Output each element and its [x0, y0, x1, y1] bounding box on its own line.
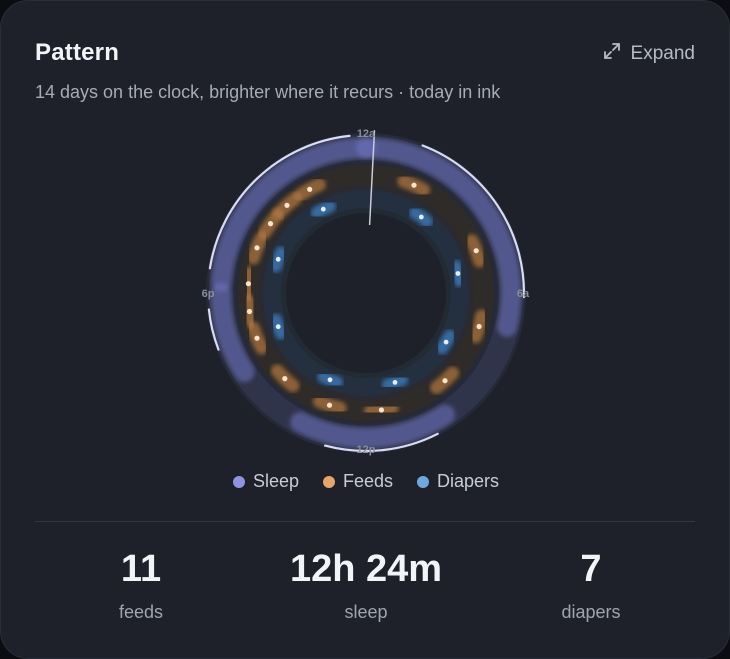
- diaper-dot: [320, 206, 326, 212]
- card-title: Pattern: [35, 39, 120, 66]
- stat-diapers-label: diapers: [561, 602, 621, 622]
- diaper-dot: [275, 256, 281, 262]
- stat-feeds: 11 feeds: [31, 546, 251, 623]
- pattern-clock-chart: 12a 6a 12p 6p: [202, 128, 530, 456]
- clock-label-12a: 12a: [357, 128, 376, 140]
- legend: Sleep Feeds Diapers: [1, 471, 730, 492]
- legend-item-feeds: Feeds: [322, 471, 394, 492]
- stat-feeds-label: feeds: [118, 602, 164, 622]
- clock-label-6a: 6a: [517, 288, 530, 300]
- feed-dot: [307, 186, 313, 192]
- feed-dot: [473, 248, 479, 254]
- stat-diapers: 7 diapers: [481, 546, 701, 623]
- feed-dot: [326, 402, 333, 408]
- legend-item-diapers: Diapers: [417, 471, 499, 492]
- expand-label: Expand: [630, 43, 695, 64]
- diaper-dot: [455, 271, 461, 276]
- feed-dot: [254, 335, 260, 341]
- inner-disc: [286, 213, 446, 373]
- diaper-dot: [275, 324, 281, 330]
- clock-label-6p: 6p: [202, 288, 215, 300]
- clock-label-12p: 12p: [357, 444, 376, 456]
- diapers-dot: [417, 475, 430, 488]
- feed-dot: [284, 202, 290, 208]
- feeds-dot: [322, 475, 335, 488]
- expand-icon: [602, 41, 622, 67]
- stat-sleep-label: sleep: [344, 602, 388, 622]
- legend-item-sleep: Sleep: [232, 471, 299, 492]
- diaper-dot: [392, 380, 398, 385]
- diaper-dot: [443, 339, 449, 345]
- stat-sleep: 12h 24m sleep: [256, 546, 476, 623]
- feed-dot: [411, 182, 417, 188]
- feed-dot: [246, 308, 253, 315]
- feed-dot: [378, 407, 384, 413]
- diaper-dot: [327, 377, 333, 383]
- feed-dot: [442, 378, 448, 384]
- divider: [35, 521, 695, 522]
- expand-button[interactable]: Expand: [602, 41, 695, 67]
- feed-dot: [282, 376, 288, 382]
- pattern-card: Pattern 14 days on the clock, brighter w…: [0, 0, 730, 659]
- feed-dot: [267, 221, 274, 227]
- sleep-dot: [232, 475, 245, 488]
- stat-feeds-value: 11: [120, 548, 162, 590]
- feed-dot: [254, 245, 260, 251]
- stat-sleep-value: 12h 24m: [289, 548, 443, 590]
- feed-dot: [476, 323, 482, 330]
- card-subtitle: 14 days on the clock, brighter where it …: [35, 82, 501, 102]
- legend-label-diapers: Diapers: [437, 471, 500, 491]
- feed-dot: [245, 281, 251, 287]
- stat-diapers-value: 7: [580, 548, 602, 590]
- legend-label-sleep: Sleep: [252, 471, 299, 491]
- legend-label-feeds: Feeds: [342, 471, 394, 491]
- diaper-dot: [418, 214, 424, 220]
